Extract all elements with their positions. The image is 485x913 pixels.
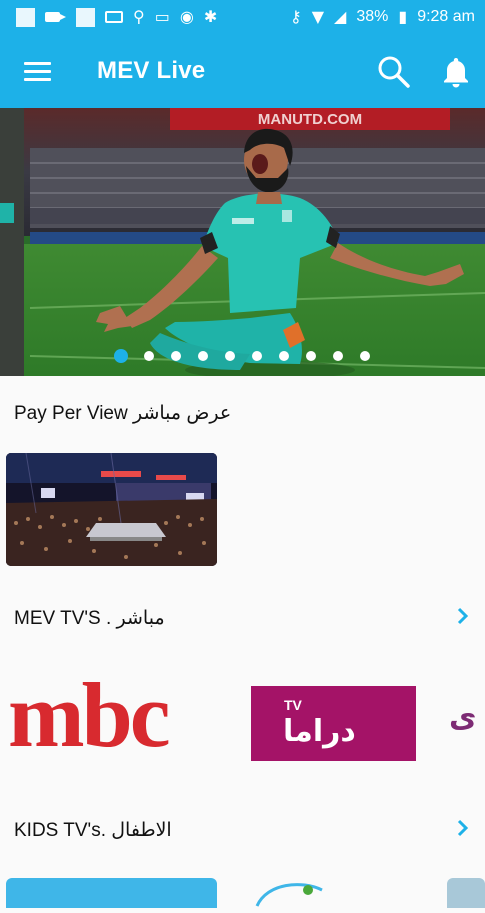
stadium-banner-text: MANUTD.COM [258, 111, 362, 128]
hamburger-menu-icon[interactable] [24, 62, 52, 82]
drama-tv-badge: TV [284, 697, 302, 713]
wifi-icon: ▼ [311, 7, 325, 26]
status-bar-right: ⚷ ▼ ◢ 38% ▮ 9:28 am [290, 8, 475, 26]
carousel-dot[interactable] [114, 349, 128, 363]
carousel-dot[interactable] [225, 351, 235, 361]
search-icon[interactable] [376, 54, 412, 90]
bell-icon[interactable] [442, 56, 470, 88]
keyboard-icon [105, 11, 123, 23]
carousel-dot[interactable] [306, 351, 316, 361]
status-bar-left: ⚲ ▭ ◉ ✱ [16, 7, 218, 27]
cast-icon: ▭ [154, 7, 170, 26]
kids-channel-card[interactable] [447, 878, 485, 908]
hero-image: MANUTD.COM [0, 108, 485, 376]
carousel-dot[interactable] [360, 351, 370, 361]
no-signal-icon: ◢ [334, 7, 347, 26]
channel-partial[interactable]: ى [447, 670, 485, 780]
mev-tvs-section-title: MEV TV'S . مباشر [14, 608, 165, 629]
battery-level: 38% [356, 8, 389, 25]
usb-icon: ⚲ [133, 7, 145, 26]
kids-channel-card[interactable] [252, 878, 412, 908]
carousel-dot[interactable] [279, 351, 289, 361]
app-title: MEV Live [97, 57, 206, 84]
arena-image [6, 453, 217, 566]
chevron-right-icon[interactable] [455, 606, 471, 626]
mbc-logo: mbc [8, 664, 171, 766]
channel-mbc[interactable]: mbc [8, 664, 220, 780]
carousel-dot[interactable] [333, 351, 343, 361]
android-icon: ✱ [203, 7, 218, 26]
clock: 9:28 am [417, 8, 475, 25]
notification-square-icon [16, 7, 35, 27]
hero-carousel[interactable]: MANUTD.COM [0, 108, 485, 376]
carousel-indicators [0, 349, 485, 367]
key-icon: ⚷ [290, 7, 302, 26]
carousel-dot[interactable] [252, 351, 262, 361]
carousel-dot[interactable] [198, 351, 208, 361]
partial-channel-logo: ى [449, 700, 477, 735]
vpn-icon: ◉ [179, 7, 194, 26]
kids-channel-logo [255, 883, 323, 907]
status-bar: ⚲ ▭ ◉ ✱ ⚷ ▼ ◢ 38% ▮ 9:28 am [0, 0, 485, 34]
drama-logo-text: دراما [283, 714, 356, 749]
carousel-dot[interactable] [144, 351, 154, 361]
kids-tvs-section-title: KIDS TV's. الاطفال [14, 820, 172, 841]
ppv-section-title: Pay Per View عرض مباشر [14, 403, 232, 424]
notification-square-icon [76, 7, 95, 27]
carousel-dot[interactable] [171, 351, 181, 361]
channel-drama[interactable]: TV دراما [251, 670, 416, 780]
chevron-right-icon[interactable] [455, 818, 471, 838]
app-bar: MEV Live [0, 34, 485, 108]
video-icon [45, 12, 66, 22]
battery-icon: ▮ [398, 7, 408, 26]
kids-channel-card[interactable] [6, 878, 217, 908]
ppv-event-card[interactable] [6, 453, 217, 566]
